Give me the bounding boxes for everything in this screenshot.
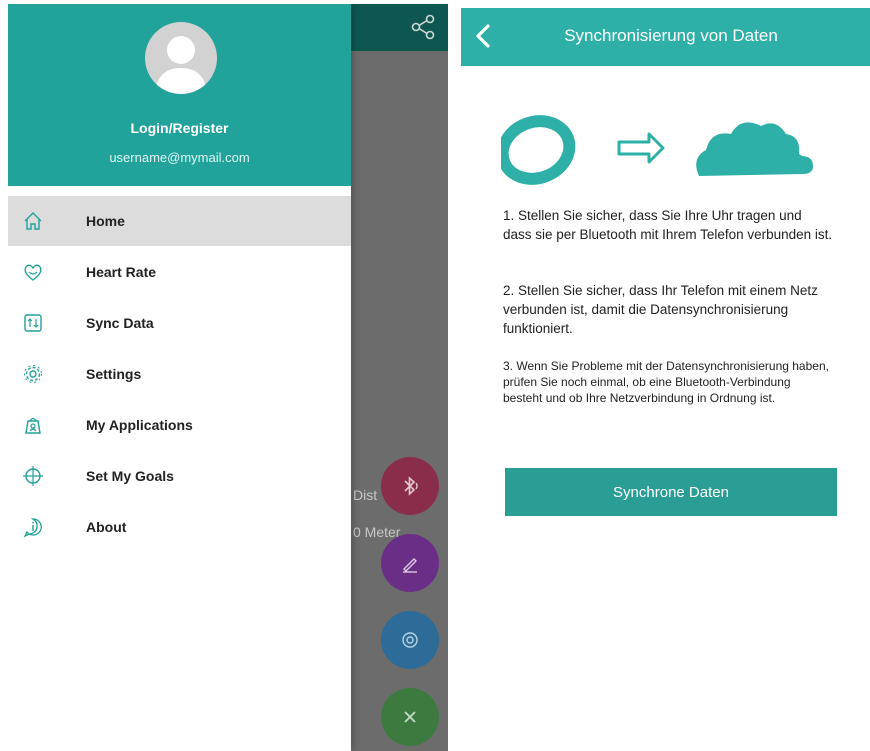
distance-label: Dist [353, 487, 378, 503]
menu-item-label: My Applications [86, 417, 193, 433]
menu-item-label: Sync Data [86, 315, 154, 331]
right-screen: Synchronisierung von Daten 1. Stellen Si… [461, 8, 870, 751]
menu-item-set-my-goals[interactable]: Set My Goals [8, 451, 351, 501]
instruction-step-2: 2. Stellen Sie sicher, dass Ihr Telefon … [503, 283, 818, 336]
menu-item-label: Set My Goals [86, 468, 174, 484]
sync-header: Synchronisierung von Daten [461, 8, 870, 66]
menu-item-settings[interactable]: Settings [8, 349, 351, 399]
bluetooth-fab[interactable] [381, 457, 439, 515]
target-fab[interactable] [381, 611, 439, 669]
left-screen: Dist 0 Meter Login/Register username@mym… [8, 4, 448, 751]
heart-rate-icon [24, 264, 42, 281]
menu-item-about[interactable]: About [8, 502, 351, 552]
home-icon [24, 212, 42, 230]
cloud-icon [696, 122, 813, 176]
menu-item-label: Home [86, 213, 125, 229]
gear-icon [24, 365, 42, 383]
sync-icon [24, 314, 42, 332]
arrow-right-icon [617, 132, 665, 164]
avatar[interactable] [145, 22, 217, 94]
sync-illustration [501, 115, 813, 185]
edit-fab[interactable] [381, 534, 439, 592]
menu-item-heart-rate[interactable]: Heart Rate [8, 247, 351, 297]
menu-item-home[interactable]: Home [8, 196, 351, 246]
menu-item-my-applications[interactable]: My Applications [8, 400, 351, 450]
login-register-link[interactable]: Login/Register [8, 120, 351, 136]
instruction-step-3: 3. Wenn Sie Probleme mit der Datensynchr… [503, 359, 829, 405]
close-fab[interactable] [381, 688, 439, 746]
share-icon[interactable] [410, 14, 436, 40]
sync-data-button[interactable]: Synchrone Daten [505, 468, 837, 516]
page-title: Synchronisierung von Daten [564, 26, 778, 45]
navigation-drawer: Login/Register username@mymail.com Home … [8, 4, 351, 751]
close-icon [404, 711, 416, 723]
pencil-icon [403, 558, 417, 573]
menu-item-label: Settings [86, 366, 142, 382]
menu-item-sync-data[interactable]: Sync Data [8, 298, 351, 348]
menu-item-label: Heart Rate [86, 264, 157, 280]
user-silhouette-icon [155, 36, 207, 94]
menu-item-label: About [86, 519, 127, 535]
back-chevron-icon[interactable] [473, 22, 493, 50]
fitness-band-icon [501, 115, 576, 185]
applications-icon [25, 417, 41, 434]
user-email: username@mymail.com [109, 150, 250, 165]
target-icon [23, 466, 43, 486]
instruction-step-1: 1. Stellen Sie sicher, dass Sie Ihre Uhr… [503, 208, 833, 242]
location-target-icon [402, 632, 418, 648]
drawer-header: Login/Register username@mymail.com [8, 4, 351, 186]
info-icon [23, 518, 42, 538]
bluetooth-icon [404, 476, 418, 496]
